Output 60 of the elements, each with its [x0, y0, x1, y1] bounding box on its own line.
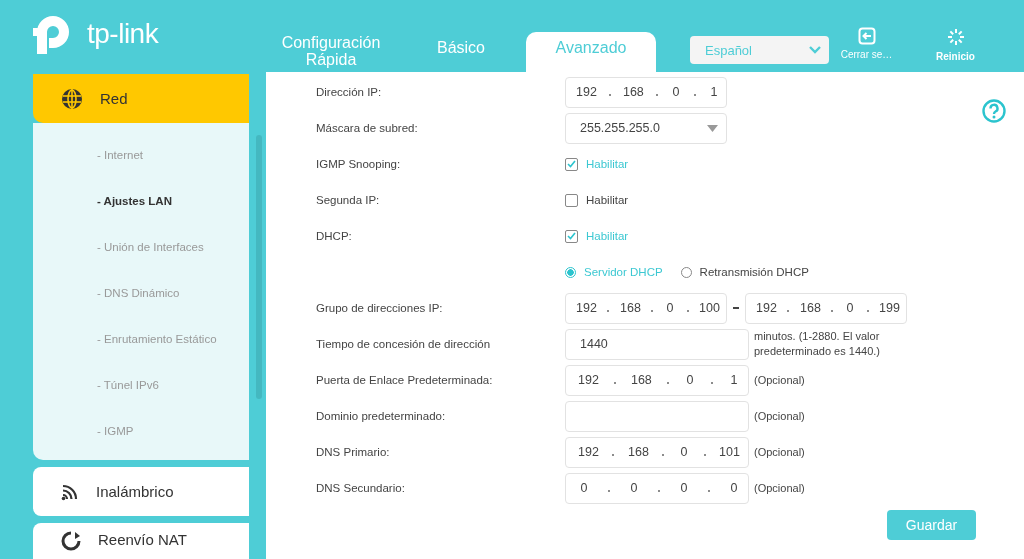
- field-label: DNS Secundario:: [316, 482, 406, 494]
- field-label: Segunda IP:: [316, 194, 381, 206]
- ip-address-field[interactable]: 192 168 0 1: [565, 364, 749, 396]
- field-note: (Opcional): [754, 444, 806, 460]
- ip-address-field[interactable]: 192 168 0 1: [565, 76, 727, 108]
- field-label: Dominio predeterminado:: [316, 410, 447, 422]
- logout-icon: [857, 27, 876, 45]
- dropdown-triangle-icon: [707, 124, 718, 132]
- sidebar-item[interactable]: Red: [33, 74, 249, 123]
- radio-button[interactable]: [565, 266, 576, 278]
- radio-label: Retransmisión DHCP: [699, 266, 809, 278]
- range-start-field[interactable]: 192 168 0 100: [565, 292, 727, 324]
- submenu-item[interactable]: - Internet: [33, 132, 249, 178]
- chevron-down-icon: [809, 46, 821, 54]
- range-end-field[interactable]: 192 168 0 199: [745, 292, 907, 324]
- subnet-mask-select[interactable]: 255.255.255.0: [565, 112, 727, 144]
- field-label: Máscara de subred:: [316, 122, 419, 134]
- help-icon[interactable]: [982, 99, 1006, 123]
- field-note: (Opcional): [754, 408, 806, 424]
- signal-icon: [61, 482, 79, 501]
- field-label: Tiempo de concesión de dirección: [316, 338, 492, 350]
- nav-tab[interactable]: Básico: [396, 32, 526, 72]
- ip-address-field[interactable]: 192 168 0 101: [565, 436, 749, 468]
- submenu-item[interactable]: - DNS Dinámico: [33, 270, 249, 316]
- field-note: minutos. (1-2880. El valor predeterminado es 1440.): [754, 329, 881, 359]
- submenu-item[interactable]: - Unión de Interfaces: [33, 224, 249, 270]
- arrows-circle-icon: [61, 531, 81, 551]
- logout-button[interactable]: Cerrar se…: [829, 27, 904, 60]
- reboot-button[interactable]: Reinicio: [918, 27, 993, 62]
- field-label: DNS Primario:: [316, 446, 391, 458]
- text-field[interactable]: 1440: [565, 328, 749, 360]
- submenu-item[interactable]: - Ajustes LAN: [33, 178, 249, 224]
- sidebar-item[interactable]: Inalámbrico: [33, 467, 249, 516]
- submenu-item[interactable]: - IGMP: [33, 408, 249, 454]
- submenu-item[interactable]: - Túnel IPv6: [33, 362, 249, 408]
- checkbox[interactable]: [565, 157, 578, 171]
- field-label: Grupo de direcciones IP:: [316, 302, 444, 314]
- field-label: Puerta de Enlace Predeterminada:: [316, 374, 494, 386]
- nav-tab[interactable]: Configuración Rápida: [266, 30, 396, 72]
- sidebar-item[interactable]: Reenvío NAT: [33, 523, 249, 559]
- spinner-icon: [945, 27, 966, 47]
- text-field[interactable]: [565, 400, 749, 432]
- field-label: IGMP Snooping:: [316, 158, 402, 170]
- checkbox[interactable]: [565, 229, 578, 243]
- checkbox-label: Habilitar: [586, 158, 629, 170]
- logo-text: tp-link: [87, 18, 159, 50]
- save-button[interactable]: Guardar: [887, 510, 976, 540]
- checkbox-label: Habilitar: [586, 194, 629, 206]
- field-note: (Opcional): [754, 372, 806, 388]
- globe-icon: [61, 87, 83, 110]
- field-note: (Opcional): [754, 480, 806, 496]
- radio-label: Servidor DHCP: [584, 266, 663, 278]
- checkbox-label: Habilitar: [586, 230, 629, 242]
- field-label: DHCP:: [316, 230, 353, 242]
- field-label: Dirección IP:: [316, 86, 383, 98]
- ip-address-field[interactable]: 0 0 0 0: [565, 472, 749, 504]
- submenu-item[interactable]: - Enrutamiento Estático: [33, 316, 249, 362]
- nav-tab[interactable]: Avanzado: [526, 32, 656, 72]
- checkbox[interactable]: [565, 193, 578, 207]
- language-select[interactable]: Español: [690, 36, 829, 64]
